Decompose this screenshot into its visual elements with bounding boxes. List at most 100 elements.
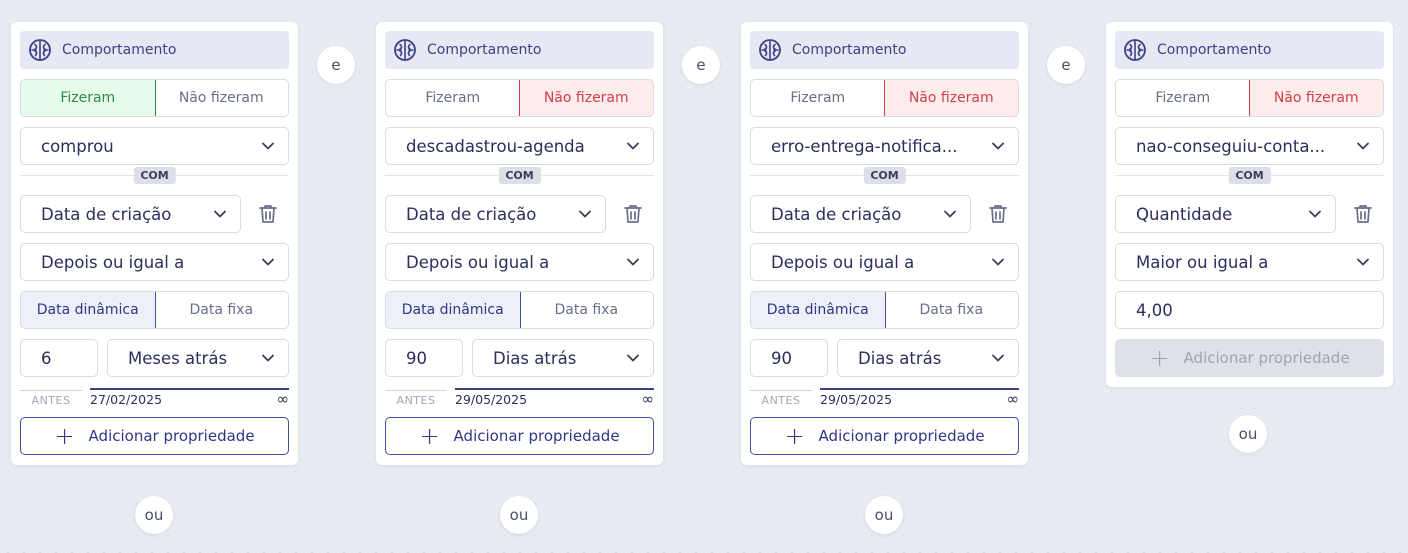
or-connector[interactable]: ou bbox=[865, 496, 903, 534]
value-input[interactable]: 4,00 bbox=[1115, 291, 1384, 329]
property-select[interactable]: Data de criação bbox=[20, 195, 241, 233]
card-title: Comportamento bbox=[62, 42, 177, 58]
range-start-date: 29/05/2025 bbox=[820, 392, 893, 407]
didnt-option[interactable]: Não fizeram bbox=[155, 80, 289, 116]
event-select[interactable]: descadastrou-agenda bbox=[385, 127, 654, 165]
and-connector[interactable]: e bbox=[682, 46, 720, 84]
with-divider: COM bbox=[20, 167, 289, 191]
with-badge: COM bbox=[498, 167, 541, 184]
chevron-down-icon bbox=[990, 254, 1006, 270]
chevron-down-icon bbox=[990, 350, 1006, 366]
amount-input[interactable]: 90 bbox=[385, 339, 463, 377]
property-select[interactable]: Data de criação bbox=[385, 195, 606, 233]
range-before-label: ANTES bbox=[20, 390, 82, 407]
didnt-option[interactable]: Não fizeram bbox=[883, 80, 1018, 116]
chevron-down-icon bbox=[990, 138, 1006, 154]
did-option[interactable]: Fizeram bbox=[21, 80, 156, 116]
add-property-button[interactable]: + Adicionar propriedade bbox=[1115, 339, 1384, 377]
date-range: ANTES 29/05/2025 ∞ bbox=[385, 387, 654, 407]
add-property-button[interactable]: + Adicionar propriedade bbox=[750, 417, 1019, 455]
plus-icon: + bbox=[1149, 344, 1170, 372]
date-mode-toggle: Data dinâmica Data fixa bbox=[385, 291, 654, 329]
fixed-date-option[interactable]: Data fixa bbox=[155, 292, 289, 328]
add-property-label: Adicionar propriedade bbox=[88, 427, 255, 445]
with-divider: COM bbox=[1115, 167, 1384, 191]
trash-icon[interactable] bbox=[979, 195, 1017, 233]
card-header: Comportamento bbox=[1115, 31, 1384, 69]
property-select[interactable]: Quantidade bbox=[1115, 195, 1336, 233]
unit-value: Meses atrás bbox=[128, 348, 228, 368]
behavior-card-4: Comportamento Fizeram Não fizeram nao-co… bbox=[1106, 22, 1393, 387]
did-option[interactable]: Fizeram bbox=[1116, 80, 1250, 116]
didnt-option[interactable]: Não fizeram bbox=[1248, 80, 1383, 116]
operator-value: Depois ou igual a bbox=[406, 252, 550, 272]
card-title: Comportamento bbox=[792, 42, 907, 58]
chevron-down-icon bbox=[1355, 254, 1371, 270]
with-badge: COM bbox=[1228, 167, 1271, 184]
trash-icon[interactable] bbox=[249, 195, 287, 233]
infinity-icon: ∞ bbox=[1006, 390, 1020, 408]
dynamic-date-option[interactable]: Data dinâmica bbox=[386, 292, 521, 328]
behavior-card-3: Comportamento Fizeram Não fizeram erro-e… bbox=[741, 22, 1028, 465]
property-value: Data de criação bbox=[41, 204, 172, 224]
operator-value: Depois ou igual a bbox=[41, 252, 185, 272]
property-select[interactable]: Data de criação bbox=[750, 195, 971, 233]
trash-icon[interactable] bbox=[1344, 195, 1382, 233]
amount-input[interactable]: 90 bbox=[750, 339, 828, 377]
behavior-card-1: Comportamento Fizeram Não fizeram compro… bbox=[11, 22, 298, 465]
and-connector[interactable]: e bbox=[1047, 46, 1085, 84]
trash-icon[interactable] bbox=[614, 195, 652, 233]
amount-input[interactable]: 6 bbox=[20, 339, 98, 377]
add-property-button[interactable]: + Adicionar propriedade bbox=[20, 417, 289, 455]
chevron-down-icon bbox=[212, 206, 228, 222]
chevron-down-icon bbox=[625, 138, 641, 154]
dynamic-date-option[interactable]: Data dinâmica bbox=[751, 292, 886, 328]
date-mode-toggle: Data dinâmica Data fixa bbox=[750, 291, 1019, 329]
date-mode-toggle: Data dinâmica Data fixa bbox=[20, 291, 289, 329]
event-select[interactable]: nao-conseguiu-conta... bbox=[1115, 127, 1384, 165]
fixed-date-option[interactable]: Data fixa bbox=[885, 292, 1019, 328]
didnt-option[interactable]: Não fizeram bbox=[518, 80, 653, 116]
and-connector[interactable]: e bbox=[317, 46, 355, 84]
unit-select[interactable]: Meses atrás bbox=[107, 339, 289, 377]
unit-value: Dias atrás bbox=[493, 348, 577, 368]
property-value: Data de criação bbox=[406, 204, 537, 224]
add-property-label: Adicionar propriedade bbox=[1183, 349, 1350, 367]
event-value: erro-entrega-notifica... bbox=[771, 136, 958, 156]
or-connector[interactable]: ou bbox=[1229, 415, 1267, 453]
infinity-icon: ∞ bbox=[641, 390, 655, 408]
with-badge: COM bbox=[863, 167, 906, 184]
brain-icon bbox=[28, 38, 52, 62]
operator-select[interactable]: Maior ou igual a bbox=[1115, 243, 1384, 281]
with-divider: COM bbox=[750, 167, 1019, 191]
plus-icon: + bbox=[784, 422, 805, 450]
did-toggle: Fizeram Não fizeram bbox=[1115, 79, 1384, 117]
chevron-down-icon bbox=[942, 206, 958, 222]
card-title: Comportamento bbox=[427, 42, 542, 58]
infinity-icon: ∞ bbox=[276, 390, 290, 408]
with-badge: COM bbox=[133, 167, 176, 184]
event-value: descadastrou-agenda bbox=[406, 136, 585, 156]
chevron-down-icon bbox=[625, 254, 641, 270]
chevron-down-icon bbox=[625, 350, 641, 366]
brain-icon bbox=[1123, 38, 1147, 62]
did-toggle: Fizeram Não fizeram bbox=[750, 79, 1019, 117]
or-connector[interactable]: ou bbox=[500, 496, 538, 534]
unit-select[interactable]: Dias atrás bbox=[472, 339, 654, 377]
date-range: ANTES 29/05/2025 ∞ bbox=[750, 387, 1019, 407]
did-option[interactable]: Fizeram bbox=[386, 80, 520, 116]
or-connector[interactable]: ou bbox=[135, 496, 173, 534]
operator-select[interactable]: Depois ou igual a bbox=[20, 243, 289, 281]
event-select[interactable]: erro-entrega-notifica... bbox=[750, 127, 1019, 165]
dynamic-date-option[interactable]: Data dinâmica bbox=[21, 292, 156, 328]
operator-select[interactable]: Depois ou igual a bbox=[750, 243, 1019, 281]
event-select[interactable]: comprou bbox=[20, 127, 289, 165]
add-property-button[interactable]: + Adicionar propriedade bbox=[385, 417, 654, 455]
did-option[interactable]: Fizeram bbox=[751, 80, 885, 116]
unit-select[interactable]: Dias atrás bbox=[837, 339, 1019, 377]
plus-icon: + bbox=[419, 422, 440, 450]
fixed-date-option[interactable]: Data fixa bbox=[520, 292, 654, 328]
brain-icon bbox=[758, 38, 782, 62]
operator-select[interactable]: Depois ou igual a bbox=[385, 243, 654, 281]
unit-value: Dias atrás bbox=[858, 348, 942, 368]
